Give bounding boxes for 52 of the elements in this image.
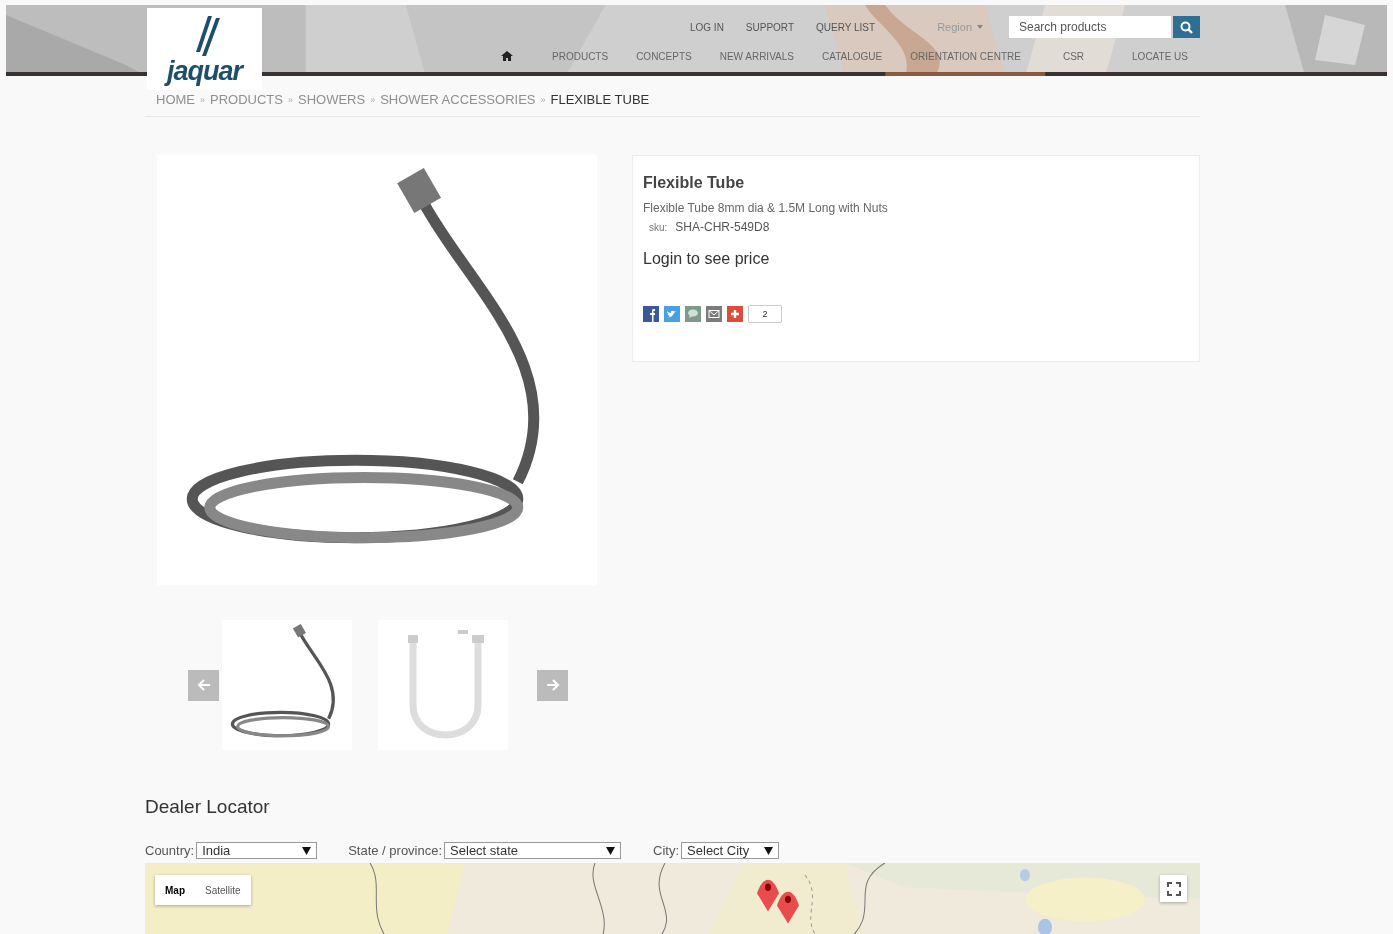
search-field[interactable]: Search products — [1009, 16, 1171, 38]
breadcrumb-separator: » — [287, 94, 293, 105]
right-arrow-icon — [545, 679, 560, 691]
facebook-icon[interactable] — [643, 306, 659, 322]
breadcrumb-separator: » — [200, 94, 205, 105]
price-note: Login to see price — [643, 250, 771, 268]
top-link[interactable]: SUPPORT — [745, 21, 795, 33]
chat-icon[interactable] — [685, 306, 701, 322]
breadcrumb-separator: » — [370, 94, 376, 105]
nav-link[interactable]: CONCEPTS — [636, 50, 692, 62]
breadcrumb-link[interactable]: FLEXIBLE TUBE — [550, 92, 650, 107]
sku-label: sku: — [649, 222, 668, 233]
dropdown-arrow-icon — [764, 846, 774, 855]
plus-icon[interactable] — [727, 306, 743, 322]
share-count: 2 — [748, 305, 782, 323]
breadcrumb-link[interactable]: HOME — [156, 92, 195, 107]
dropdown-arrow-icon — [606, 846, 616, 855]
field-label: Country: — [145, 843, 195, 858]
field-label: State / province: — [348, 843, 443, 858]
nav-link[interactable]: PRODUCTS — [552, 50, 609, 62]
dropdown[interactable]: India — [196, 842, 318, 859]
dropdown-arrow-icon — [302, 846, 312, 855]
breadcrumb-link[interactable]: PRODUCTS — [210, 92, 283, 107]
dropdown[interactable]: Select City — [681, 842, 780, 859]
fullscreen-button[interactable] — [1160, 875, 1187, 902]
product-description: Flexible Tube 8mm dia & 1.5M Long with Nuts — [643, 201, 889, 215]
search-icon — [1180, 20, 1193, 34]
home-icon[interactable] — [501, 51, 513, 61]
nav-link[interactable]: ORIENTATION CENTRE — [910, 50, 1021, 62]
sku-value: SHA-CHR-549D8 — [675, 220, 770, 234]
fullscreen-icon — [1166, 881, 1181, 896]
breadcrumb-link[interactable]: SHOWERS — [298, 92, 366, 107]
top-link[interactable]: QUERY LIST — [816, 21, 876, 33]
nav-link[interactable]: NEW ARRIVALS — [719, 50, 794, 62]
section-title: Dealer Locator — [145, 796, 271, 818]
map-type-button[interactable]: Map — [155, 875, 195, 905]
dropdown[interactable]: Select state — [444, 842, 622, 859]
breadcrumb-separator: » — [540, 94, 546, 105]
logo[interactable]: jaquar — [147, 8, 262, 90]
nav-link[interactable]: LOCATE US — [1132, 50, 1188, 62]
left-arrow-icon — [196, 679, 211, 691]
search-button[interactable] — [1173, 16, 1200, 38]
breadcrumb-link[interactable]: SHOWER ACCESSORIES — [380, 92, 536, 107]
bird-icon[interactable] — [664, 306, 680, 322]
email-icon[interactable] — [706, 306, 722, 322]
top-link[interactable]: LOG IN — [689, 21, 724, 33]
nav-link[interactable]: CATALOGUE — [822, 50, 883, 62]
field-label: City: — [653, 843, 680, 858]
product-title: Flexible Tube — [643, 174, 746, 192]
nav-link[interactable]: CSR — [1062, 50, 1085, 62]
map-type-button[interactable]: Satellite — [195, 875, 251, 905]
caret-icon — [977, 25, 983, 29]
